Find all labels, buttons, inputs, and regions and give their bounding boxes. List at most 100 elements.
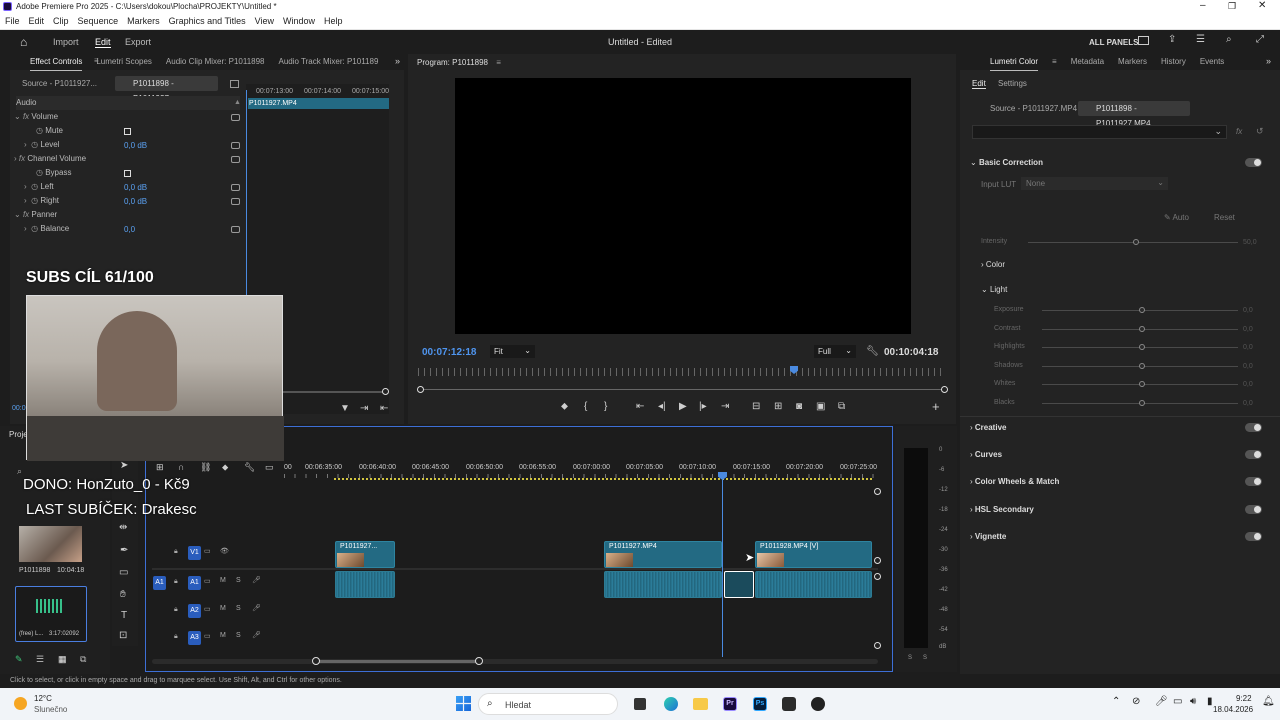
linked-selection-icon[interactable]: ⛓︎	[200, 462, 211, 473]
creative-toggle[interactable]	[1245, 423, 1262, 432]
ec-zoom-handle[interactable]	[382, 388, 389, 395]
reset-balance-icon[interactable]	[231, 226, 240, 233]
panel-menu-icon[interactable]: ≡	[94, 56, 99, 65]
reset-left-icon[interactable]	[231, 184, 240, 191]
ec-row-volume[interactable]: ⌄ fx Volume	[14, 110, 234, 124]
blacks-value[interactable]: 0,0	[1243, 400, 1253, 407]
weather-icon[interactable]	[14, 697, 27, 710]
snap-icon[interactable]: ⊞	[156, 462, 164, 473]
color-wheels-section[interactable]: › Color Wheels & Match	[970, 477, 1059, 486]
go-to-in-icon[interactable]: ⇤	[636, 401, 644, 412]
blacks-knob[interactable]	[1139, 400, 1145, 406]
hsl-secondary-section[interactable]: › HSL Secondary	[970, 505, 1034, 514]
list-view-icon[interactable]: ☰	[36, 654, 44, 665]
resolution-dropdown[interactable]: Full ⌄	[814, 345, 856, 358]
lumetri-edit-tab[interactable]: Edit	[972, 79, 986, 89]
obs-taskbar-icon[interactable]	[811, 697, 825, 711]
tray-chevron-icon[interactable]: ⌃	[1112, 696, 1120, 707]
more-tabs-icon[interactable]: »	[395, 56, 400, 66]
intensity-knob[interactable]	[1133, 239, 1139, 245]
add-marker-icon[interactable]: ⬥	[561, 401, 568, 412]
timeline-zoom-bar[interactable]	[316, 660, 479, 663]
tab-audio-track-mixer[interactable]: Audio Track Mixer: P101189	[279, 54, 379, 70]
program-scrub-ruler[interactable]	[418, 368, 946, 376]
light-subsection[interactable]: ⌄ Light	[981, 285, 1007, 294]
reset-channel-volume-icon[interactable]	[231, 156, 240, 163]
track-target-a2[interactable]: A2	[188, 604, 201, 618]
audio-clip-3[interactable]	[724, 571, 754, 598]
all-panels-button[interactable]: ALL PANELS	[1089, 38, 1138, 47]
mark-in-icon[interactable]: {	[584, 401, 587, 412]
tab-markers[interactable]: Markers	[1118, 54, 1147, 70]
menu-window[interactable]: Window	[283, 16, 315, 26]
balance-value[interactable]: 0,0	[124, 225, 135, 234]
step-back-icon[interactable]: ◂|	[658, 401, 666, 412]
tray-battery-icon[interactable]: ▮	[1207, 696, 1213, 707]
lock-icon[interactable]: 🔒︎	[174, 606, 178, 614]
magnet-icon[interactable]: ∩	[178, 462, 184, 472]
close-icon[interactable]: ✕	[1258, 0, 1266, 11]
quick-export-icon[interactable]: ☰	[1196, 34, 1205, 45]
task-view-icon[interactable]	[634, 698, 646, 710]
freeform-view-icon[interactable]: ⧉	[80, 654, 86, 665]
reset-lumetri-icon[interactable]: ↺	[1256, 126, 1264, 137]
exposure-value[interactable]: 0,0	[1243, 307, 1253, 314]
menu-graphics[interactable]: Graphics and Titles	[169, 16, 246, 26]
curves-toggle[interactable]	[1245, 450, 1262, 459]
add-marker-timeline-icon[interactable]: ⬥	[222, 462, 228, 473]
tray-network-icon[interactable]: ▭	[1173, 696, 1182, 707]
program-zoom-handle-right[interactable]	[941, 386, 948, 393]
go-to-out-icon[interactable]: ⇥	[721, 401, 729, 412]
lumetri-source-tab[interactable]: Source - P1011927.MP4	[990, 104, 1077, 113]
right-value[interactable]: 0,0 dB	[124, 197, 147, 206]
solo-right-button[interactable]: S	[923, 655, 927, 661]
vertical-scroll-handle-mid1[interactable]	[874, 557, 881, 564]
vertical-scroll-handle-mid2[interactable]	[874, 573, 881, 580]
tab-metadata[interactable]: Metadata	[1071, 54, 1104, 70]
panel-layout-icon[interactable]	[1138, 36, 1149, 45]
lumetri-settings-tab[interactable]: Settings	[998, 79, 1027, 88]
share-icon[interactable]: ⇪	[1168, 34, 1176, 45]
timeline-settings-icon[interactable]: 🔧︎	[244, 462, 255, 473]
menu-clip[interactable]: Clip	[53, 16, 69, 26]
menu-markers[interactable]: Markers	[127, 16, 160, 26]
home-icon[interactable]: ⌂	[20, 35, 27, 49]
sync-lock-icon[interactable]: ▭	[204, 577, 211, 585]
tray-app-icon[interactable]: ⊘	[1132, 696, 1140, 707]
creative-section[interactable]: › Creative	[970, 423, 1006, 432]
reset-volume-icon[interactable]	[231, 114, 240, 121]
auto-button[interactable]: ✎ Auto	[1164, 213, 1189, 222]
more-tabs-icon[interactable]: »	[1266, 56, 1271, 66]
edit-tab[interactable]: Edit	[95, 37, 111, 48]
reset-right-icon[interactable]	[231, 198, 240, 205]
color-wheels-toggle[interactable]	[1245, 477, 1262, 486]
export-tab[interactable]: Export	[125, 37, 151, 47]
vertical-scroll-handle-bottom[interactable]	[874, 642, 881, 649]
pen-tool-icon[interactable]: ✒	[120, 545, 128, 556]
weather-temp[interactable]: 12°C	[34, 694, 52, 703]
fit-dropdown[interactable]: Fit ⌄	[490, 345, 535, 358]
shadows-value[interactable]: 0,0	[1243, 363, 1253, 370]
clock-time[interactable]: 9:22	[1236, 694, 1252, 703]
sync-lock-icon[interactable]: ▭	[204, 547, 211, 555]
highlights-value[interactable]: 0,0	[1243, 344, 1253, 351]
solo-track-icon[interactable]: S	[236, 632, 241, 639]
taskbar-search[interactable]: ⌕ Hledat	[478, 693, 618, 715]
wrench-icon[interactable]: 🔧︎	[866, 346, 879, 357]
timeline-horizontal-scrollbar[interactable]	[152, 659, 878, 664]
reset-level-icon[interactable]	[231, 142, 240, 149]
tab-effect-controls[interactable]: Effect Controls	[30, 54, 83, 71]
menu-sequence[interactable]: Sequence	[78, 16, 119, 26]
ec-zoom-bar[interactable]	[282, 391, 386, 393]
minimize-icon[interactable]: –	[1200, 0, 1206, 11]
photoshop-taskbar-icon[interactable]: Ps	[753, 697, 767, 711]
sync-lock-icon[interactable]: ▭	[204, 605, 211, 613]
project-tab[interactable]: Proje	[9, 430, 28, 439]
left-value[interactable]: 0,0 dB	[124, 183, 147, 192]
mark-out-icon[interactable]: }	[604, 401, 607, 412]
app-taskbar-icon[interactable]	[782, 697, 796, 711]
menu-help[interactable]: Help	[324, 16, 343, 26]
lock-icon[interactable]: 🔒︎	[174, 633, 178, 641]
lift-icon[interactable]: ⊟	[752, 401, 760, 412]
filter-icon[interactable]: ▼	[340, 403, 350, 414]
